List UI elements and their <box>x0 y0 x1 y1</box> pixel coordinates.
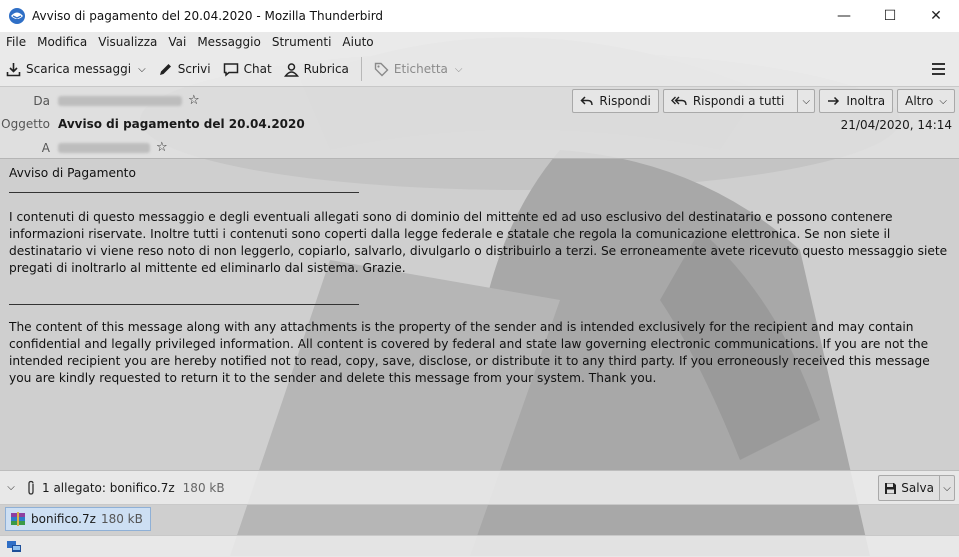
window-title: Avviso di pagamento del 20.04.2020 - Moz… <box>32 9 384 23</box>
chat-bubble-icon <box>223 62 238 77</box>
forward-button[interactable]: Inoltra <box>819 89 894 113</box>
menu-strumenti[interactable]: Strumenti <box>266 35 337 49</box>
save-label: Salva <box>901 481 934 495</box>
message-body: Avviso di Pagamento I contenuti di quest… <box>0 159 959 469</box>
save-attachment-button[interactable]: Salva ⌵ <box>878 475 955 501</box>
hamburger-line <box>931 63 945 65</box>
maximize-button[interactable]: ☐ <box>867 0 913 32</box>
app-menu-button[interactable] <box>927 58 949 80</box>
get-messages-label: Scarica messaggi <box>26 62 132 76</box>
get-messages-button[interactable]: Scarica messaggi ⌵ <box>0 56 152 82</box>
attachment-name: bonifico.7z <box>31 512 96 526</box>
menu-messaggio[interactable]: Messaggio <box>191 35 266 49</box>
chat-label: Chat <box>243 62 272 76</box>
star-icon[interactable]: ☆ <box>156 140 168 155</box>
chevron-down-icon[interactable]: ⌵ <box>797 90 814 112</box>
status-bar <box>0 535 959 557</box>
maximize-icon: ☐ <box>883 8 897 24</box>
chat-button[interactable]: Chat <box>217 56 278 82</box>
subject-label: Oggetto <box>1 117 50 131</box>
reply-all-button[interactable]: Rispondi a tutti ⌵ <box>662 89 816 113</box>
archive-file-icon <box>11 512 25 526</box>
minimize-icon: — <box>837 8 851 24</box>
message-date: 21/04/2020, 14:14 <box>840 118 952 132</box>
body-paragraph-italian: I contenuti di questo messaggio e degli … <box>9 210 948 275</box>
menu-modifica[interactable]: Modifica <box>31 35 92 49</box>
more-button[interactable]: Altro ⌵ <box>897 89 955 113</box>
subject-row: Oggetto Avviso di pagamento del 20.04.20… <box>0 117 305 131</box>
forward-label: Inoltra <box>846 94 886 108</box>
close-button[interactable]: ✕ <box>913 0 959 32</box>
write-button[interactable]: Scrivi <box>152 56 217 82</box>
menu-bar: File Modifica Visualizza Vai Messaggio S… <box>0 32 959 52</box>
attachment-total-size: 180 kB <box>182 480 225 495</box>
toolbar-separator <box>360 57 362 81</box>
attachment-bar: ⌵ 1 allegato: bonifico.7z 180 kB Salva ⌵ <box>0 470 959 505</box>
address-book-label: Rubrica <box>303 62 349 76</box>
hamburger-line <box>931 68 945 70</box>
tag-label: Etichetta <box>393 62 448 76</box>
reply-all-label: Rispondi a tutti <box>692 94 785 108</box>
attachment-summary[interactable]: 1 allegato: bonifico.7z <box>42 481 175 495</box>
subject-value: Avviso di pagamento del 20.04.2020 <box>58 117 305 131</box>
to-row: A ☆ <box>0 140 168 155</box>
message-header: Da ☆ Oggetto Avviso di pagamento del 20.… <box>0 87 959 159</box>
more-label: Altro <box>905 94 934 108</box>
chevron-down-icon: ⌵ <box>454 63 463 75</box>
thunderbird-logo-icon <box>9 8 25 24</box>
menu-vai[interactable]: Vai <box>162 35 191 49</box>
body-heading: Avviso di Pagamento <box>9 166 136 180</box>
chevron-down-icon[interactable]: ⌵ <box>138 64 146 75</box>
to-address-redacted[interactable] <box>58 142 150 153</box>
save-main[interactable]: Salva <box>879 476 939 500</box>
body-paragraph-english: The content of this message along with a… <box>9 320 930 385</box>
divider-line <box>9 182 359 193</box>
reply-all-arrow-icon <box>670 96 687 106</box>
title-bar: Avviso di pagamento del 20.04.2020 - Moz… <box>0 0 959 32</box>
minimize-button[interactable]: — <box>821 0 867 32</box>
menu-visualizza[interactable]: Visualizza <box>92 35 162 49</box>
to-label: A <box>41 140 50 155</box>
star-icon[interactable]: ☆ <box>188 93 200 108</box>
chevron-down-icon: ⌵ <box>939 95 947 107</box>
hamburger-line <box>931 73 945 75</box>
close-icon: ✕ <box>930 8 942 24</box>
from-row: Da ☆ <box>0 93 200 108</box>
attachment-list: bonifico.7z 180 kB <box>0 504 959 534</box>
online-status-icon[interactable] <box>6 540 22 554</box>
reply-button[interactable]: Rispondi <box>572 89 659 113</box>
tag-button[interactable]: Etichetta ⌵ <box>368 56 469 82</box>
chevron-down-icon[interactable]: ⌵ <box>939 476 954 500</box>
attachment-size: 180 kB <box>100 512 143 526</box>
download-icon <box>6 62 21 76</box>
reply-all-main[interactable]: Rispondi a tutti <box>664 90 791 112</box>
header-actions: Rispondi Rispondi a tutti ⌵ Inoltra Altr… <box>572 89 955 113</box>
pencil-icon <box>159 63 171 75</box>
tag-icon <box>374 62 389 76</box>
from-label: Da <box>33 93 50 108</box>
main-toolbar: Scarica messaggi ⌵ Scrivi Chat Rubrica E… <box>0 52 959 87</box>
attachment-item[interactable]: bonifico.7z 180 kB <box>5 507 151 531</box>
floppy-disk-icon <box>885 482 897 494</box>
contacts-icon <box>283 62 299 77</box>
divider-line <box>9 294 359 305</box>
expand-chevron-icon[interactable]: ⌵ <box>2 482 20 493</box>
paperclip-icon <box>28 480 34 495</box>
menu-file[interactable]: File <box>0 35 31 49</box>
address-book-button[interactable]: Rubrica <box>278 56 355 82</box>
write-label: Scrivi <box>177 62 211 76</box>
reply-arrow-icon <box>580 96 594 106</box>
from-address-redacted[interactable] <box>58 95 182 106</box>
menu-aiuto[interactable]: Aiuto <box>336 35 378 49</box>
forward-arrow-icon <box>828 96 840 106</box>
reply-label: Rispondi <box>599 94 651 108</box>
